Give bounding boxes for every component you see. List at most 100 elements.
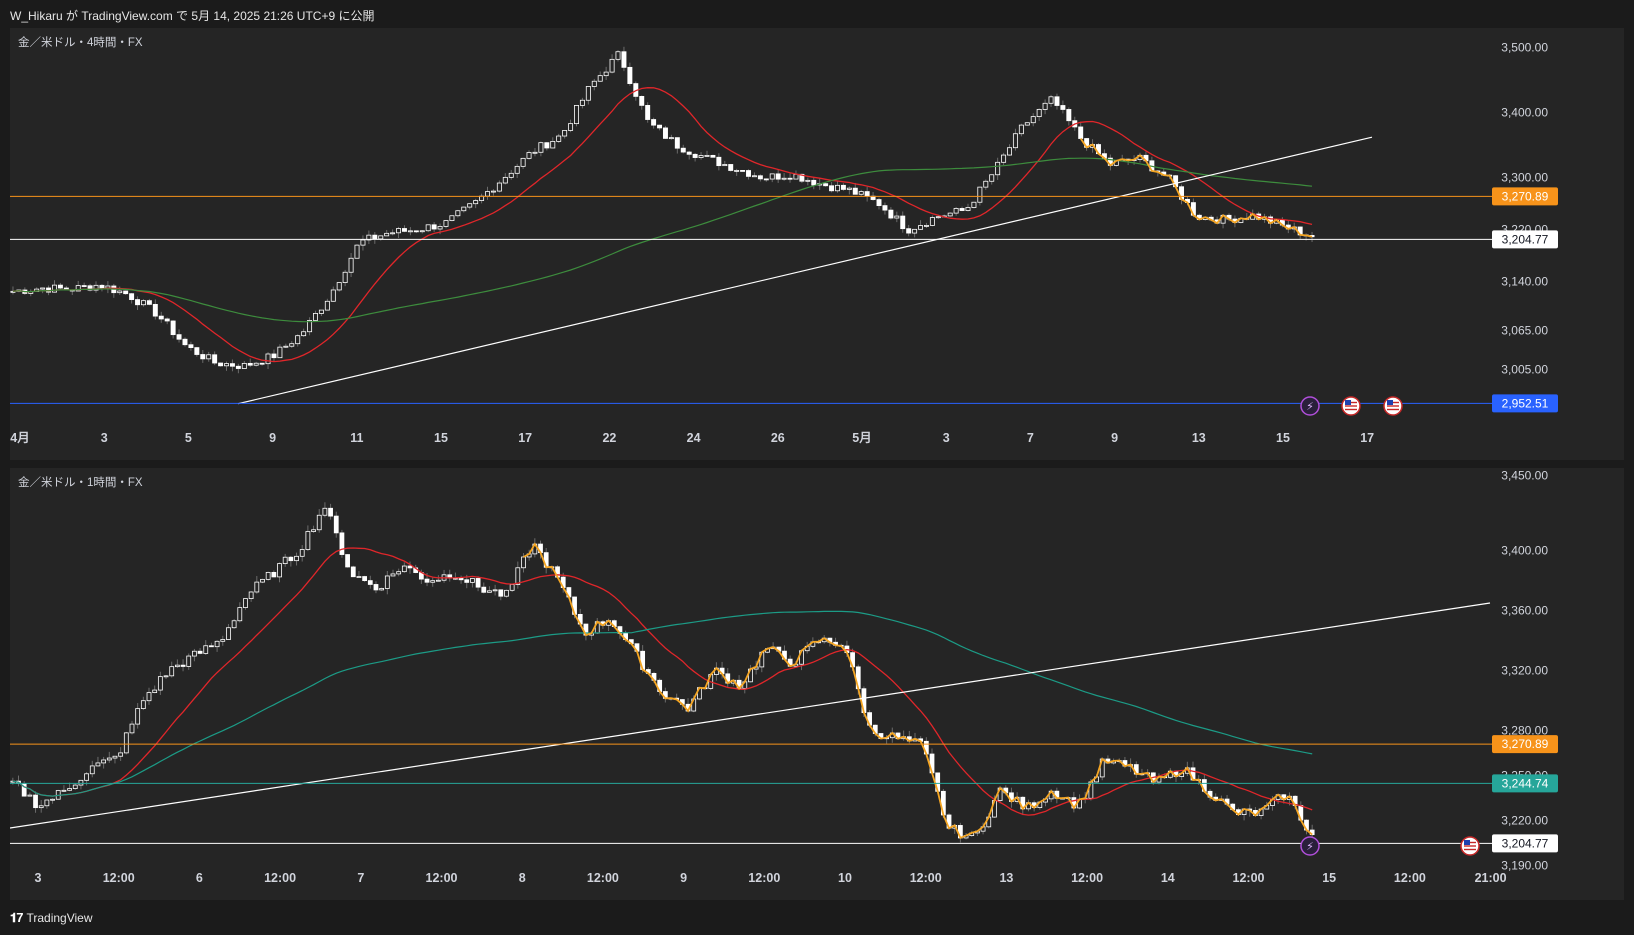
candle-body — [918, 225, 924, 230]
candle-body — [146, 692, 152, 702]
candle-body — [781, 177, 787, 180]
candle-body — [372, 234, 378, 240]
candle-body — [288, 556, 294, 562]
candle-body — [704, 154, 710, 157]
candle-body — [835, 184, 840, 192]
candle-body — [485, 191, 490, 197]
candle-body — [176, 334, 182, 340]
candle-body — [271, 571, 277, 578]
candle-body — [253, 362, 259, 366]
y-tick-label: 3,400.00 — [1501, 106, 1548, 120]
candle-body — [324, 300, 330, 311]
candle-body — [81, 285, 87, 287]
candle-body — [746, 170, 751, 177]
x-tick-label: 12:00 — [1233, 871, 1265, 885]
chart-svg-1h[interactable]: 3,450.003,400.003,360.003,320.003,280.00… — [10, 468, 1624, 900]
candle-body — [435, 579, 441, 582]
candle-body — [882, 205, 888, 211]
candle-body — [1018, 124, 1024, 135]
candle-body — [180, 664, 186, 667]
y-tick-label: 3,190.00 — [1501, 859, 1548, 873]
candle-body — [591, 80, 597, 87]
candle-body — [556, 135, 562, 142]
candle-body — [603, 71, 609, 77]
candle-body — [237, 607, 243, 622]
candle-body — [894, 215, 900, 219]
price-tag-label: 3,204.77 — [1502, 836, 1549, 850]
candle-body — [384, 232, 390, 237]
candle-body — [373, 584, 379, 591]
candle-body — [651, 119, 657, 126]
candle-body — [44, 799, 50, 807]
candle-body — [224, 363, 229, 367]
candle-body — [313, 313, 318, 321]
candle-body — [350, 566, 356, 578]
x-tick-label: 5 — [185, 431, 192, 445]
chart-pane-1h[interactable]: 金／米ドル・1時間・FX 3,450.00 3,400.00 3,360.00 3,3… — [10, 468, 1624, 900]
x-tick-label: 15 — [1322, 871, 1336, 885]
candle-body — [271, 353, 277, 359]
x-tick-label: 24 — [687, 431, 701, 445]
y-tick-label: 3,500.00 — [1501, 41, 1548, 55]
lightning-icon-glyph: ⚡ — [1306, 841, 1314, 853]
moving-average-slow — [12, 610, 1313, 797]
chart-svg-4h[interactable]: 3,500.003,400.003,300.003,220.003,140.00… — [10, 28, 1624, 460]
candle-body — [170, 320, 176, 336]
candle-body — [971, 201, 977, 208]
x-tick-label: 7 — [357, 871, 364, 885]
candle-body — [1036, 109, 1042, 118]
y-tick-label: 3,065.00 — [1501, 323, 1548, 337]
candle-body — [437, 226, 443, 230]
candle-body — [615, 51, 621, 60]
tradingview-logo-icon: 𝟏7 — [10, 910, 24, 925]
candle-body — [140, 300, 146, 306]
candle-body — [449, 215, 455, 221]
candle-body — [78, 779, 84, 786]
x-tick-label: 5月 — [852, 431, 871, 445]
x-tick-label: 12:00 — [1394, 871, 1426, 885]
candle-body — [282, 556, 288, 565]
candle-body — [265, 571, 271, 580]
chart-pane-4h[interactable]: 金／米ドル・4時間・FX 3,500.00 3,400.00 3,300.00 3,2… — [10, 28, 1624, 460]
moving-average-fast — [12, 547, 1313, 816]
y-tick-label: 3,450.00 — [1501, 469, 1548, 483]
candle-body — [396, 571, 402, 575]
candle-body — [277, 346, 283, 359]
candle-body — [194, 347, 200, 355]
trendline — [237, 136, 1373, 405]
x-tick-label: 12:00 — [264, 871, 296, 885]
x-tick-label: 12:00 — [1071, 871, 1103, 885]
price-tag-label: 3,270.89 — [1502, 189, 1549, 203]
y-tick-label: 3,360.00 — [1501, 604, 1548, 618]
x-tick-label: 13 — [1192, 431, 1206, 445]
candle-body — [464, 579, 470, 583]
moving-average-fast — [12, 87, 1313, 363]
candle-body — [1030, 116, 1036, 124]
candle-body — [698, 155, 704, 158]
x-tick-label: 7 — [1027, 431, 1034, 445]
candle-body — [716, 156, 722, 167]
x-tick-label: 9 — [680, 871, 687, 885]
x-tick-label: 9 — [1111, 431, 1118, 445]
candle-body — [532, 151, 538, 154]
publish-header: W_Hikaru が TradingView.com で 5月 14, 2025… — [10, 9, 375, 23]
candle-body — [61, 789, 67, 792]
candle-body — [152, 303, 158, 317]
candle-body — [112, 755, 118, 759]
candle-body — [574, 105, 579, 125]
candle-body — [348, 257, 354, 273]
candle-body — [508, 172, 514, 178]
candle-body — [473, 200, 479, 205]
candle-body — [639, 96, 645, 106]
x-tick-label: 4月 — [10, 431, 29, 445]
candle-body — [146, 300, 152, 305]
x-tick-label: 3 — [943, 431, 950, 445]
candle-body — [876, 199, 882, 207]
candle-body — [728, 164, 734, 171]
candle-body — [805, 179, 811, 182]
candle-body — [929, 217, 935, 226]
moving-average-slow — [12, 157, 1313, 323]
candle-body — [470, 578, 475, 583]
candle-body — [579, 99, 585, 106]
candle-body — [318, 309, 324, 314]
